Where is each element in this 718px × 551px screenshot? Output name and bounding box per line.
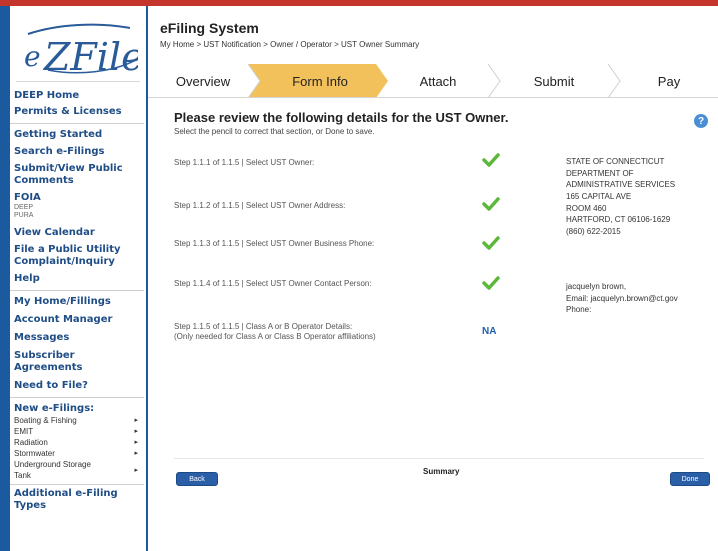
efiling-item-boating[interactable]: Boating & Fishing ▸ [14, 415, 146, 426]
chevron-right-icon: ▸ [134, 417, 138, 424]
value-line: Email: jacquelyn.brown@ct.gov [566, 293, 678, 303]
step-label: Step 1.1.3 of 1.1.5 | Select UST Owner B… [174, 239, 375, 248]
sidebar-item-public-comments[interactable]: Submit/View Public Comments [14, 163, 146, 187]
sidebar-item-permits[interactable]: Permits & Licenses [14, 106, 146, 118]
review-heading: Please review the following details for … [174, 110, 509, 125]
sidebar-item-calendar[interactable]: View Calendar [14, 227, 146, 239]
step-label: Step 1.1.4 of 1.1.5 | Select UST Owner C… [174, 279, 372, 288]
efiling-label: Boating & Fishing [14, 416, 77, 425]
chevron-right-icon: ▸ [134, 466, 138, 474]
check-icon [482, 152, 500, 173]
content-divider [174, 458, 704, 459]
efiling-item-ust[interactable]: Underground Storage Tank ▸ [14, 459, 146, 481]
sidebar-item-account-manager[interactable]: Account Manager [14, 314, 146, 326]
efiling-item-emit[interactable]: EMIT ▸ [14, 426, 146, 437]
efiling-label: Underground Storage Tank [14, 460, 91, 480]
sidebar-nav: DEEP Home Permits & Licenses Getting Sta… [10, 82, 146, 512]
value-line: HARTFORD, CT 06106-1629 [566, 215, 671, 224]
efiling-label: Stormwater [14, 449, 55, 458]
value-line: STATE OF CONNECTICUT [566, 157, 665, 166]
breadcrumb[interactable]: My Home > UST Notification > Owner / Ope… [160, 40, 419, 49]
sidebar-item-messages[interactable]: Messages [14, 332, 146, 344]
check-icon [482, 235, 500, 256]
sidebar-heading-new-efilings: New e-Filings: [14, 403, 95, 414]
ezfile-logo[interactable]: e ZFile [16, 12, 140, 82]
contact-person-value: jacquelyn brown, Email: jacquelyn.brown@… [566, 281, 716, 316]
tab-submit[interactable]: Submit [500, 64, 608, 98]
owner-phone-value: (860) 622-2015 [566, 226, 716, 238]
sidebar-divider [10, 397, 144, 398]
sidebar: e ZFile DEEP Home Permits & Licenses Get… [10, 6, 146, 551]
progress-steps: Overview Form Info Attach Submit Pay [148, 64, 718, 98]
done-button[interactable]: Done [670, 472, 710, 486]
sidebar-divider [10, 290, 144, 291]
step-label: Step 1.1.5 of 1.1.5 | Class A or B Opera… [174, 322, 376, 342]
sidebar-divider [10, 123, 144, 124]
sidebar-item-search[interactable]: Search e-Filings [14, 146, 146, 158]
na-status: NA [482, 326, 497, 337]
value-line: jacquelyn brown, [566, 282, 627, 291]
sidebar-subitem-pura[interactable]: PURA [14, 212, 146, 220]
svg-text:e: e [24, 40, 41, 73]
sidebar-item-getting-started[interactable]: Getting Started [14, 129, 146, 141]
chevron-right-icon: ▸ [134, 428, 138, 435]
tab-pay[interactable]: Pay [620, 64, 718, 98]
tab-form-info[interactable]: Form Info [260, 64, 380, 98]
owner-name-value: STATE OF CONNECTICUT DEPARTMENT OF ADMIN… [566, 156, 716, 191]
value-line: Phone: [566, 305, 592, 314]
chevron-right-icon: ▸ [134, 439, 138, 446]
value-line: DEPARTMENT OF [566, 168, 634, 178]
summary-label: Summary [423, 467, 460, 476]
step-label-note: (Only needed for Class A or Class B Oper… [174, 332, 376, 341]
sidebar-item-help[interactable]: Help [14, 273, 146, 285]
value-line: ROOM 460 [566, 203, 607, 213]
efiling-label: EMIT [14, 427, 34, 436]
logo-swoosh-icon: e ZFile [24, 23, 138, 79]
efiling-item-stormwater[interactable]: Stormwater ▸ [14, 448, 146, 459]
help-icon[interactable]: ? [694, 114, 708, 128]
main-content: eFiling System My Home > UST Notificatio… [148, 6, 718, 551]
owner-address-value: 165 CAPITAL AVE ROOM 460 HARTFORD, CT 06… [566, 191, 716, 226]
check-icon [482, 275, 500, 296]
tab-overview[interactable]: Overview [158, 64, 248, 98]
value-line: ADMINISTRATIVE SERVICES [566, 180, 676, 189]
sidebar-subitem-deep[interactable]: DEEP [14, 204, 146, 212]
step-label: Step 1.1.2 of 1.1.5 | Select UST Owner A… [174, 201, 346, 210]
sidebar-item-utility-complaint[interactable]: File a Public Utility Complaint/Inquiry [14, 244, 146, 268]
sidebar-item-additional-efilings[interactable]: Additional e-Filing Types [14, 488, 146, 512]
back-button[interactable]: Back [176, 472, 218, 486]
sidebar-item-my-home[interactable]: My Home/Fillings [14, 296, 146, 308]
sidebar-item-foia[interactable]: FOIA [14, 192, 146, 204]
sidebar-item-subscriber-agreements[interactable]: Subscriber Agreements [14, 350, 146, 374]
sidebar-divider [10, 484, 144, 485]
step-label-line: Step 1.1.5 of 1.1.5 | Class A or B Opera… [174, 322, 353, 331]
sidebar-item-deep-home[interactable]: DEEP Home [14, 90, 146, 102]
tab-attach[interactable]: Attach [388, 64, 488, 98]
value-line: 165 CAPITAL AVE [566, 192, 632, 201]
step-label: Step 1.1.1 of 1.1.5 | Select UST Owner: [174, 158, 315, 167]
chevron-right-icon: ▸ [134, 450, 138, 457]
steps-divider [148, 97, 718, 98]
efiling-label: Radiation [14, 438, 48, 447]
sidebar-item-need-to-file[interactable]: Need to File? [14, 380, 146, 392]
check-icon [482, 196, 500, 217]
efiling-item-radiation[interactable]: Radiation ▸ [14, 437, 146, 448]
review-instructions: Select the pencil to correct that sectio… [174, 127, 375, 136]
value-line: (860) 622-2015 [566, 227, 621, 236]
page-title: eFiling System [160, 20, 259, 36]
svg-text:ZFile: ZFile [43, 35, 138, 79]
